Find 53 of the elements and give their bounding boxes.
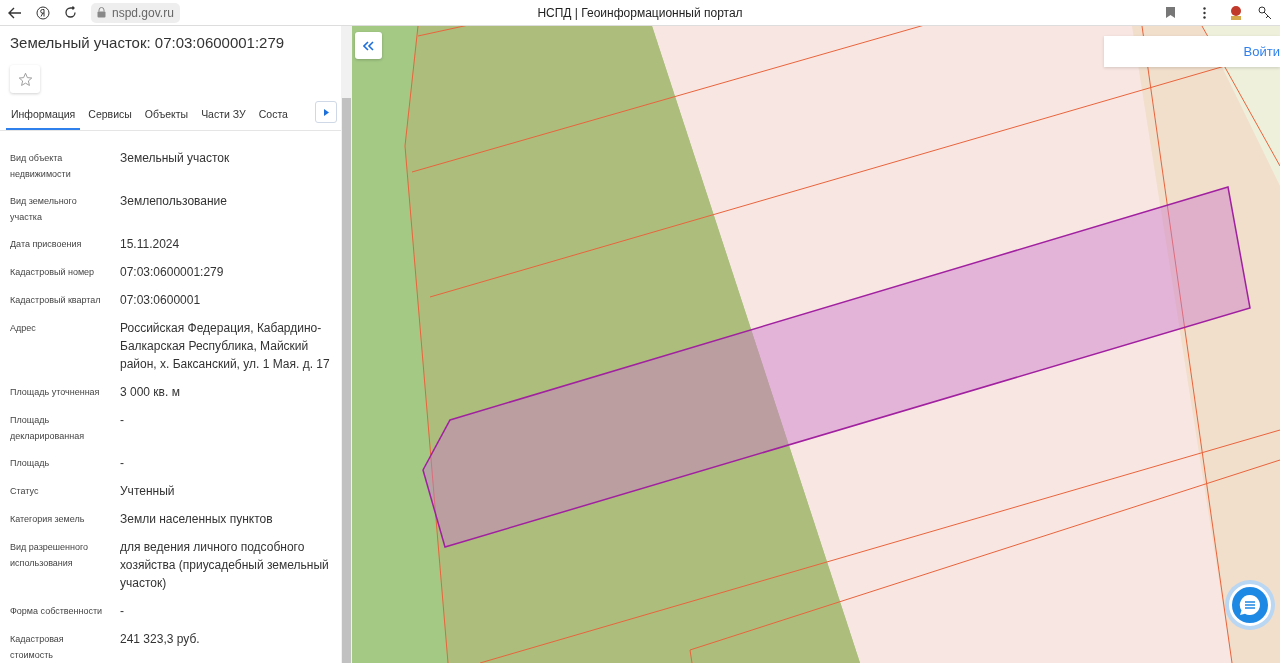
tab[interactable]: Сервисы xyxy=(83,101,137,130)
address-bar[interactable]: nspd.gov.ru xyxy=(91,2,180,23)
field-value: Земли населенных пунктов xyxy=(120,511,274,528)
field-value: 3 000 кв. м xyxy=(120,384,181,401)
menu-icon[interactable] xyxy=(1203,6,1206,19)
field-label: Кадастровый квартал xyxy=(10,294,102,307)
field-label: Площадь xyxy=(10,457,51,470)
field-value: 07:03:0600001:279 xyxy=(120,264,225,281)
field-value: 07:03:0600001 xyxy=(120,292,202,309)
chat-icon xyxy=(1238,593,1262,617)
double-chevron-icon xyxy=(363,40,374,51)
field-value: - xyxy=(120,412,125,429)
field-value: - xyxy=(120,455,125,472)
field-label: Форма собственности xyxy=(10,605,104,618)
star-icon xyxy=(17,71,33,87)
field-label: Статус xyxy=(10,485,40,498)
field-label: Площадь декларированная xyxy=(10,414,86,443)
field-value: Землепользование xyxy=(120,193,228,210)
field-value: - xyxy=(120,603,125,620)
field-label: Адрес xyxy=(10,322,37,335)
field-value: Земельный участок xyxy=(120,150,231,167)
field-label: Дата присвоения xyxy=(10,238,83,251)
key-icon[interactable] xyxy=(1258,5,1272,20)
collapse-panel-button[interactable] xyxy=(355,32,382,59)
field-label: Кадастровая стоимость xyxy=(10,633,65,662)
bookmark-icon[interactable] xyxy=(1166,7,1175,18)
field-label: Вид объекта недвижимости xyxy=(10,152,72,181)
browser-logo-icon[interactable] xyxy=(36,5,50,20)
scrollbar-thumb[interactable] xyxy=(342,98,351,663)
field-label: Кадастровый номер xyxy=(10,266,96,279)
caret-icon xyxy=(323,108,329,116)
tab[interactable]: Информация xyxy=(6,101,81,130)
field-label: Вид разрешенного использования xyxy=(10,541,90,570)
page-title: НСПД | Геоинформационный портал xyxy=(537,5,743,20)
back-icon[interactable] xyxy=(8,6,22,19)
field-value: 241 323,3 руб. xyxy=(120,631,201,648)
field-value: Учтенный xyxy=(120,483,176,500)
field-value: Российская Федерация, Кабардино-Балкарская Республика, Майский район, х. Баксанский, ул. 1 Мая. д. 17 xyxy=(120,320,331,373)
parcel-title: Земельный участок: 07:03:0600001:279 xyxy=(9,33,286,51)
next-tabs-button[interactable] xyxy=(315,101,337,123)
lock-icon xyxy=(97,7,106,18)
tab[interactable]: Части ЗУ xyxy=(196,101,251,130)
extension-icon[interactable] xyxy=(1228,4,1244,21)
field-label: Вид земельного участка xyxy=(10,195,78,224)
tab[interactable]: Объекты xyxy=(139,101,194,130)
field-value: для ведения личного подсобного хозяйства (приусадебный земельный участок) xyxy=(120,539,330,592)
chat-button[interactable] xyxy=(1229,584,1271,626)
field-label: Площадь уточненная xyxy=(10,386,101,399)
reload-icon[interactable] xyxy=(64,6,77,19)
tab[interactable]: Соста xyxy=(253,101,293,130)
field-label: Категория земель xyxy=(10,513,86,526)
field-value: 15.11.2024 xyxy=(120,236,181,253)
login-button[interactable]: Войти xyxy=(1104,36,1280,67)
